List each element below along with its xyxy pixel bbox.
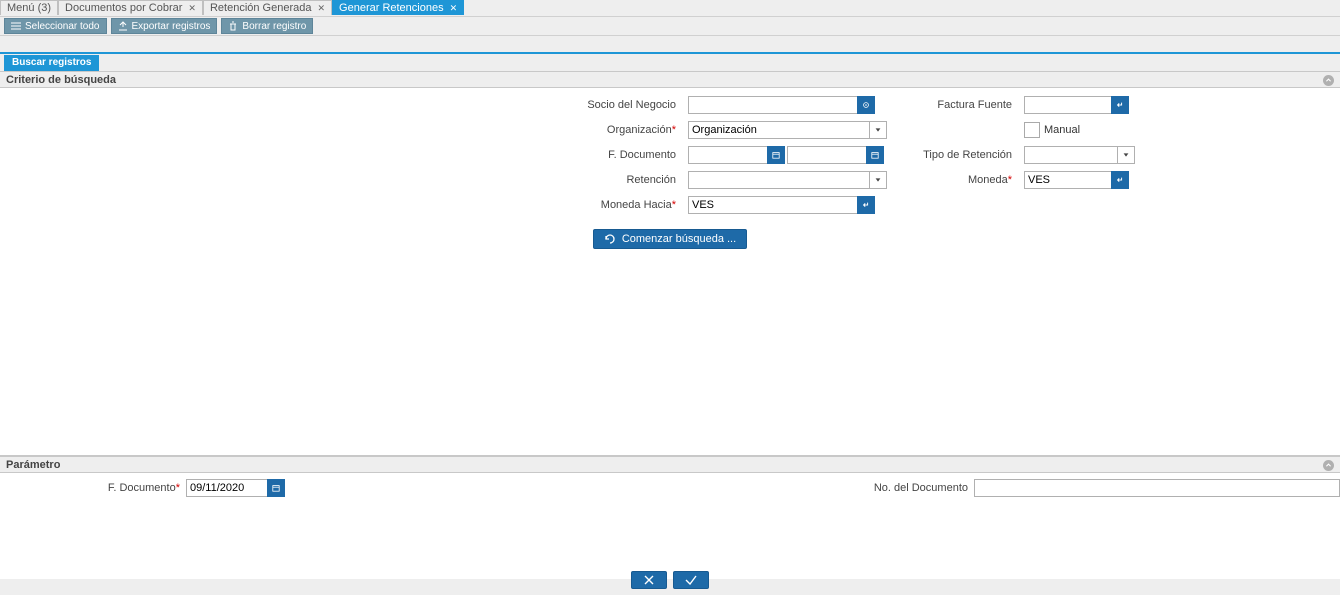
check-icon xyxy=(684,575,698,585)
param-docno-input[interactable] xyxy=(974,479,1340,497)
export-button[interactable]: Exportar registros xyxy=(111,18,218,34)
label-manual: Manual xyxy=(1044,124,1080,136)
collapse-icon[interactable] xyxy=(1323,75,1334,86)
footer-buttons xyxy=(0,571,1340,589)
label-socio: Socio del Negocio xyxy=(200,99,680,111)
socio-picker-button[interactable] xyxy=(857,96,875,114)
moneda-picker-button[interactable] xyxy=(1111,171,1129,189)
tab-label: Menú (3) xyxy=(7,2,51,14)
panel-title: Criterio de búsqueda xyxy=(6,74,116,86)
field-manual: Manual xyxy=(1024,122,1224,138)
label-moneda-hacia: Moneda Hacia* xyxy=(200,199,680,211)
return-icon xyxy=(1116,176,1124,184)
param-panel-header: Parámetro xyxy=(0,456,1340,473)
tipo-ret-dropdown-button[interactable] xyxy=(1117,146,1135,164)
label-param-docno: No. del Documento xyxy=(344,482,974,494)
param-fdoc-input[interactable] xyxy=(186,479,268,497)
org-select[interactable] xyxy=(688,121,870,139)
cancel-button[interactable] xyxy=(631,571,667,589)
close-icon xyxy=(642,575,656,585)
select-all-button[interactable]: Seleccionar todo xyxy=(4,18,107,34)
search-section-tab[interactable]: Buscar registros xyxy=(4,55,99,71)
toolbar-label: Borrar registro xyxy=(242,21,306,32)
field-retencion xyxy=(688,171,888,189)
tab-generar-retenciones[interactable]: Generar Retenciones ✕ xyxy=(332,0,464,15)
field-param-docno xyxy=(974,479,1340,497)
label-moneda: Moneda* xyxy=(896,174,1016,186)
start-search-label: Comenzar búsqueda ... xyxy=(622,233,736,245)
calendar-icon xyxy=(272,484,280,492)
calendar-icon xyxy=(871,151,879,159)
delete-button[interactable]: Borrar registro xyxy=(221,18,313,34)
field-socio xyxy=(688,96,888,114)
factura-picker-button[interactable] xyxy=(1111,96,1129,114)
tabs-row: Menú (3) Documentos por Cobrar ✕ Retenci… xyxy=(0,0,1340,16)
chevron-down-icon xyxy=(1122,151,1130,159)
collapse-icon[interactable] xyxy=(1323,460,1334,471)
moneda-input[interactable] xyxy=(1024,171,1112,189)
fdoc-to-date-button[interactable] xyxy=(866,146,884,164)
refresh-icon xyxy=(604,233,616,245)
tab-label: Retención Generada xyxy=(210,2,312,14)
export-icon xyxy=(118,21,128,31)
close-icon[interactable]: ✕ xyxy=(317,3,325,14)
label-org: Organización* xyxy=(200,124,680,136)
close-icon[interactable]: ✕ xyxy=(188,3,196,14)
start-search-button[interactable]: Comenzar búsqueda ... xyxy=(593,229,747,249)
label-retencion: Retención xyxy=(200,174,680,186)
retencion-select[interactable] xyxy=(688,171,870,189)
list-icon xyxy=(11,21,21,31)
tab-documentos-por-cobrar[interactable]: Documentos por Cobrar ✕ xyxy=(58,0,203,15)
field-param-fdoc xyxy=(186,479,285,497)
socio-input[interactable] xyxy=(688,96,858,114)
label-fdoc: F. Documento xyxy=(200,149,680,161)
field-tipo-ret xyxy=(1024,146,1224,164)
label-tipo-ret: Tipo de Retención xyxy=(896,149,1016,161)
manual-checkbox[interactable] xyxy=(1024,122,1040,138)
label-factura: Factura Fuente xyxy=(896,99,1016,111)
param-body: F. Documento* No. del Documento xyxy=(0,473,1340,579)
chevron-down-icon xyxy=(874,176,882,184)
moneda-hacia-input[interactable] xyxy=(688,196,858,214)
toolbar-label: Exportar registros xyxy=(132,21,211,32)
fdoc-to-input[interactable] xyxy=(787,146,867,164)
trash-icon xyxy=(228,21,238,31)
tab-label: Generar Retenciones xyxy=(339,2,444,14)
field-org xyxy=(688,121,888,139)
section-label: Buscar registros xyxy=(12,57,91,68)
label-param-fdoc: F. Documento* xyxy=(0,482,186,494)
return-icon xyxy=(1116,101,1124,109)
field-moneda xyxy=(1024,171,1224,189)
calendar-icon xyxy=(772,151,780,159)
toolbar-label: Seleccionar todo xyxy=(25,21,100,32)
chevron-down-icon xyxy=(874,126,882,134)
org-dropdown-button[interactable] xyxy=(869,121,887,139)
tab-label: Documentos por Cobrar xyxy=(65,2,182,14)
toolbar: Seleccionar todo Exportar registros Borr… xyxy=(0,16,1340,36)
param-fdoc-date-button[interactable] xyxy=(267,479,285,497)
criteria-body: Socio del Negocio Factura Fuente Organiz… xyxy=(0,88,1340,456)
field-factura xyxy=(1024,96,1224,114)
return-icon xyxy=(862,201,870,209)
moneda-hacia-picker-button[interactable] xyxy=(857,196,875,214)
panel-title: Parámetro xyxy=(6,459,60,471)
fdoc-from-input[interactable] xyxy=(688,146,768,164)
criteria-panel-header: Criterio de búsqueda xyxy=(0,71,1340,88)
search-section-bar: Buscar registros xyxy=(0,54,1340,71)
tab-retencion-generada[interactable]: Retención Generada ✕ xyxy=(203,0,332,15)
confirm-button[interactable] xyxy=(673,571,709,589)
field-fdoc-range xyxy=(688,146,888,164)
tipo-ret-select[interactable] xyxy=(1024,146,1118,164)
field-moneda-hacia xyxy=(688,196,888,214)
tab-menu[interactable]: Menú (3) xyxy=(0,0,58,15)
factura-input[interactable] xyxy=(1024,96,1112,114)
close-icon[interactable]: ✕ xyxy=(450,3,458,14)
fdoc-from-date-button[interactable] xyxy=(767,146,785,164)
gear-icon xyxy=(862,101,870,109)
retencion-dropdown-button[interactable] xyxy=(869,171,887,189)
